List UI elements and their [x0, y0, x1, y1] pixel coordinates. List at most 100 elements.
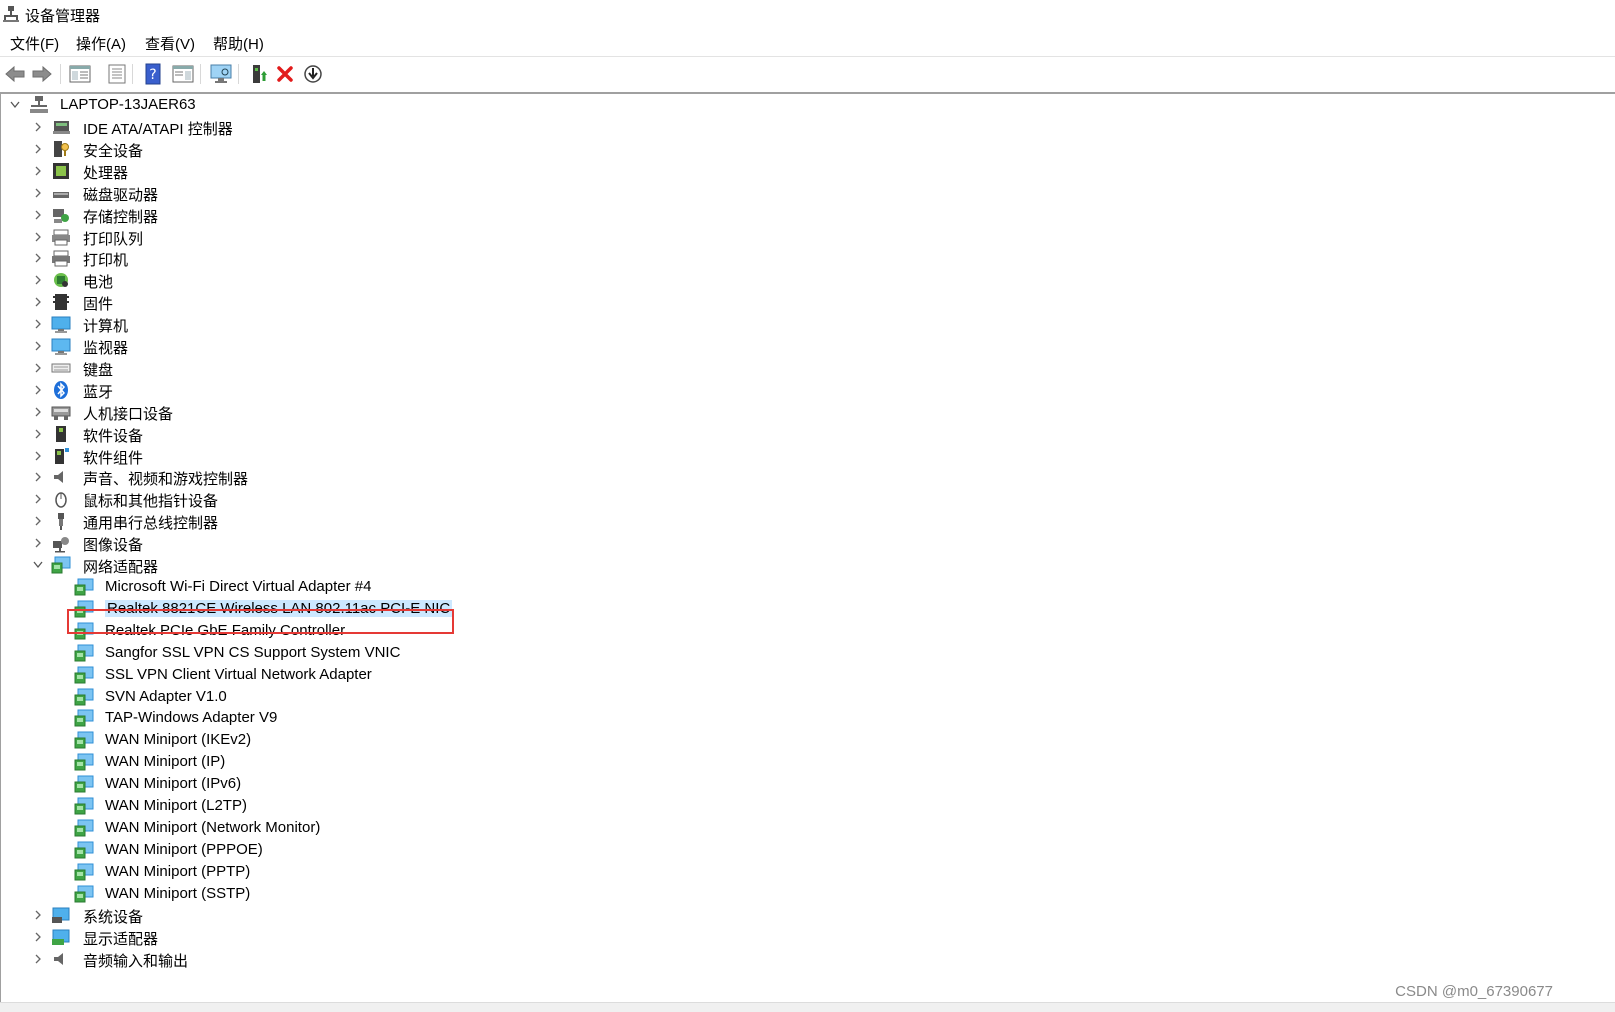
properties-button[interactable] — [104, 61, 130, 87]
network-adapter-item[interactable]: Microsoft Wi-Fi Direct Virtual Adapter #… — [1, 576, 461, 598]
network-adapter-item[interactable]: WAN Miniport (PPTP) — [1, 861, 461, 883]
network-adapter-item[interactable]: WAN Miniport (IKEv2) — [1, 729, 461, 751]
expand-chevron-icon[interactable] — [32, 187, 44, 199]
system-device-icon — [51, 905, 71, 925]
adapter-label: WAN Miniport (PPPOE) — [105, 841, 263, 858]
menu-file[interactable]: 文件(F) — [10, 33, 59, 54]
category-node[interactable]: 软件组件 — [1, 445, 401, 467]
menu-action[interactable]: 操作(A) — [76, 33, 126, 54]
category-node[interactable]: 蓝牙 — [1, 379, 401, 401]
category-node[interactable]: IDE ATA/ATAPI 控制器 — [1, 116, 401, 138]
expand-chevron-icon[interactable] — [32, 931, 44, 943]
disable-device-button[interactable] — [300, 61, 326, 87]
camera-icon — [51, 533, 71, 553]
category-network-adapters[interactable]: 网络适配器 — [1, 554, 401, 576]
network-adapter-item[interactable]: WAN Miniport (L2TP) — [1, 795, 461, 817]
collapse-chevron-icon[interactable] — [9, 99, 21, 111]
category-label: 计算机 — [83, 318, 129, 335]
action-pane-button[interactable] — [170, 61, 196, 87]
expand-chevron-icon[interactable] — [32, 362, 44, 374]
network-adapter-item[interactable]: WAN Miniport (SSTP) — [1, 883, 461, 905]
adapter-label: WAN Miniport (PPTP) — [105, 863, 251, 880]
category-node[interactable]: 音频输入和输出 — [1, 948, 401, 970]
properties-icon — [108, 64, 126, 84]
expand-chevron-icon[interactable] — [32, 493, 44, 505]
category-node[interactable]: 安全设备 — [1, 138, 401, 160]
network-adapter-item[interactable]: WAN Miniport (IPv6) — [1, 773, 461, 795]
network-adapter-item[interactable]: WAN Miniport (IP) — [1, 751, 461, 773]
monitor-icon — [51, 336, 71, 356]
network-adapter-item[interactable]: SVN Adapter V1.0 — [1, 686, 461, 708]
update-driver-button[interactable] — [245, 61, 271, 87]
network-adapter-icon — [74, 884, 94, 904]
category-node[interactable]: 打印队列 — [1, 226, 401, 248]
category-node[interactable]: 固件 — [1, 291, 401, 313]
expand-chevron-icon[interactable] — [32, 515, 44, 527]
network-adapter-item[interactable]: SSL VPN Client Virtual Network Adapter — [1, 664, 461, 686]
expand-chevron-icon[interactable] — [32, 340, 44, 352]
network-adapter-icon — [74, 708, 94, 728]
category-node[interactable]: 显示适配器 — [1, 926, 401, 948]
category-node[interactable]: 系统设备 — [1, 904, 401, 926]
category-node[interactable]: 电池 — [1, 269, 401, 291]
network-adapter-item[interactable]: WAN Miniport (PPPOE) — [1, 839, 461, 861]
expand-chevron-icon[interactable] — [32, 121, 44, 133]
category-node[interactable]: 计算机 — [1, 313, 401, 335]
expand-chevron-icon[interactable] — [32, 406, 44, 418]
category-node[interactable]: 监视器 — [1, 335, 401, 357]
scan-hardware-button[interactable] — [208, 61, 234, 87]
collapse-chevron-icon[interactable] — [32, 559, 44, 571]
expand-chevron-icon[interactable] — [32, 231, 44, 243]
category-node[interactable]: 鼠标和其他指针设备 — [1, 488, 401, 510]
category-node[interactable]: 存储控制器 — [1, 204, 401, 226]
category-node[interactable]: 软件设备 — [1, 423, 401, 445]
expand-chevron-icon[interactable] — [32, 450, 44, 462]
menu-help[interactable]: 帮助(H) — [213, 33, 264, 54]
expand-chevron-icon[interactable] — [32, 209, 44, 221]
computer-root-icon — [29, 95, 49, 115]
expand-chevron-icon[interactable] — [32, 471, 44, 483]
keyboard-icon — [51, 358, 71, 378]
category-node[interactable]: 声音、视频和游戏控制器 — [1, 466, 401, 488]
show-hide-console-tree-button[interactable] — [67, 61, 93, 87]
expand-chevron-icon[interactable] — [32, 296, 44, 308]
uninstall-device-button[interactable] — [272, 61, 298, 87]
expand-chevron-icon[interactable] — [32, 428, 44, 440]
network-adapter-item[interactable]: Sangfor SSL VPN CS Support System VNIC — [1, 642, 461, 664]
expand-chevron-icon[interactable] — [32, 274, 44, 286]
software-component-icon — [51, 446, 71, 466]
category-node[interactable]: 处理器 — [1, 160, 401, 182]
display-adapter-icon — [51, 927, 71, 947]
category-node[interactable]: 磁盘驱动器 — [1, 182, 401, 204]
help-button[interactable]: ? — [140, 61, 166, 87]
toolbar: ? — [0, 57, 1615, 91]
expand-chevron-icon[interactable] — [32, 165, 44, 177]
expand-chevron-icon[interactable] — [32, 953, 44, 965]
network-adapter-item[interactable]: TAP-Windows Adapter V9 — [1, 707, 461, 729]
toolbar-divider — [238, 64, 239, 84]
expand-chevron-icon[interactable] — [32, 143, 44, 155]
category-label: 处理器 — [83, 165, 129, 182]
action-pane-icon — [172, 65, 194, 83]
disk-drive-icon — [51, 183, 71, 203]
expand-chevron-icon[interactable] — [32, 252, 44, 264]
toolbar-divider — [60, 64, 61, 84]
sound-icon — [51, 467, 71, 487]
adapter-label: Microsoft Wi-Fi Direct Virtual Adapter #… — [105, 578, 372, 595]
category-node[interactable]: 图像设备 — [1, 532, 401, 554]
category-node[interactable]: 键盘 — [1, 357, 401, 379]
category-node[interactable]: 人机接口设备 — [1, 401, 401, 423]
forward-button[interactable] — [29, 61, 55, 87]
menu-view[interactable]: 查看(V) — [145, 33, 195, 54]
network-adapter-icon — [74, 687, 94, 707]
expand-chevron-icon[interactable] — [32, 909, 44, 921]
back-button[interactable] — [2, 61, 28, 87]
expand-chevron-icon[interactable] — [32, 318, 44, 330]
device-tree[interactable]: LAPTOP-13JAER63 IDE ATA/ATAPI 控制器 安全设备 处理器… — [0, 94, 1615, 1002]
category-node[interactable]: 通用串行总线控制器 — [1, 510, 401, 532]
expand-chevron-icon[interactable] — [32, 537, 44, 549]
expand-chevron-icon[interactable] — [32, 384, 44, 396]
category-node[interactable]: 打印机 — [1, 247, 401, 269]
back-arrow-icon — [5, 65, 25, 83]
network-adapter-item[interactable]: WAN Miniport (Network Monitor) — [1, 817, 461, 839]
